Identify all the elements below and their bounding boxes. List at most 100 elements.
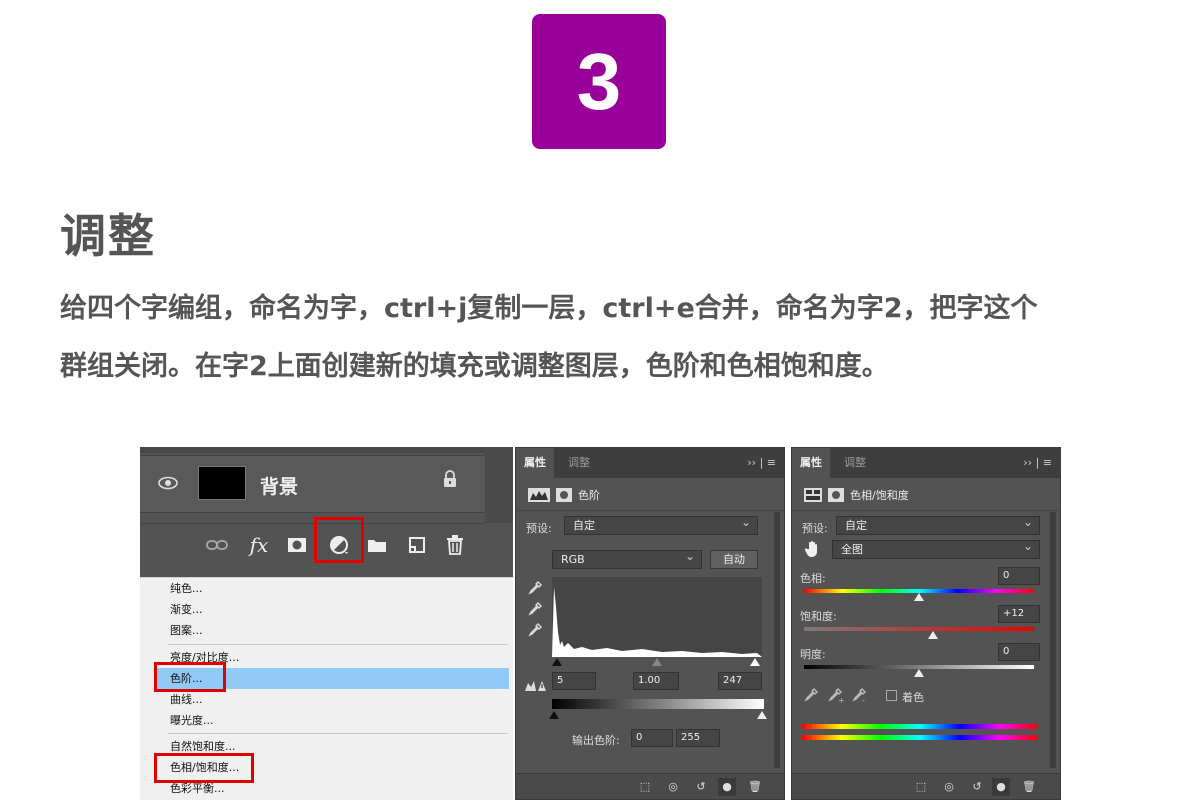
hue-saturation-icon bbox=[804, 488, 822, 502]
menu-separator bbox=[168, 733, 508, 734]
colorize-checkbox[interactable] bbox=[886, 690, 897, 701]
visibility-icon[interactable]: ● bbox=[992, 778, 1010, 796]
trash-icon[interactable]: 🗑 bbox=[1020, 778, 1038, 796]
levels-highlight-box bbox=[154, 662, 226, 692]
step-number-badge: 3 bbox=[532, 14, 666, 149]
trash-icon[interactable]: 🗑 bbox=[746, 778, 764, 796]
input-white-field[interactable]: 247 bbox=[718, 672, 762, 690]
levels-scrollbar[interactable] bbox=[774, 512, 780, 768]
description-line-1: 给四个字编组，命名为字，ctrl+j复制一层，ctrl+e合并，命名为字2，把字… bbox=[60, 293, 1038, 324]
hue-scrollbar[interactable] bbox=[1050, 512, 1056, 768]
add-eyedropper-icon[interactable]: + bbox=[828, 688, 845, 708]
lightness-label: 明度: bbox=[800, 648, 826, 661]
fx-label: fx bbox=[249, 533, 269, 557]
range-dropdown[interactable]: 全图 bbox=[832, 538, 1040, 559]
input-color-bar bbox=[802, 724, 1038, 729]
folder-icon[interactable] bbox=[364, 532, 390, 558]
saturation-slider-handle[interactable] bbox=[928, 631, 938, 639]
white-eyedropper-icon[interactable] bbox=[528, 623, 542, 643]
input-white-slider[interactable] bbox=[750, 658, 760, 666]
reset-icon[interactable]: ↺ bbox=[968, 778, 986, 796]
levels-icon bbox=[528, 488, 550, 502]
eyedropper-icon[interactable] bbox=[804, 688, 818, 708]
step-number: 3 bbox=[576, 36, 622, 126]
channel-dropdown[interactable]: RGB bbox=[552, 548, 702, 569]
menu-item-pattern[interactable]: 图案... bbox=[170, 620, 203, 641]
menu-item-exposure[interactable]: 曝光度... bbox=[170, 710, 214, 731]
hue-slider-handle[interactable] bbox=[914, 593, 924, 601]
colorize-label: 着色 bbox=[902, 691, 924, 704]
divider bbox=[516, 510, 784, 511]
link-icon[interactable] bbox=[204, 532, 230, 558]
hue-bottom-bar: ⬚ ◎ ↺ ● 🗑 bbox=[792, 773, 1060, 799]
input-black-field[interactable]: 5 bbox=[552, 672, 596, 690]
menu-item-solid-color[interactable]: 纯色... bbox=[170, 578, 203, 599]
reset-icon[interactable]: ↺ bbox=[692, 778, 710, 796]
output-levels-label: 输出色阶: bbox=[572, 734, 620, 747]
levels-tab-bar: 属性 调整 ›› | ≡ bbox=[516, 448, 784, 478]
saturation-field[interactable]: +12 bbox=[998, 605, 1040, 623]
view-previous-icon[interactable]: ◎ bbox=[664, 778, 682, 796]
preset-dropdown[interactable]: 自定 bbox=[836, 514, 1040, 535]
section-title: 调整 bbox=[60, 209, 156, 263]
mask-icon[interactable] bbox=[284, 532, 310, 558]
hue-tab-bar: 属性 调整 ›› | ≡ bbox=[792, 448, 1060, 478]
output-black-slider[interactable] bbox=[549, 711, 559, 719]
clip-to-layer-icon[interactable]: ⬚ bbox=[636, 778, 654, 796]
hue-title: 色相/饱和度 bbox=[804, 484, 909, 506]
layers-scrollbar[interactable] bbox=[485, 447, 513, 523]
divider bbox=[792, 510, 1060, 511]
output-black-field[interactable]: 0 bbox=[631, 729, 673, 747]
menu-item-gradient[interactable]: 渐变... bbox=[170, 599, 203, 620]
tab-properties[interactable]: 属性 bbox=[516, 448, 554, 478]
preset-label: 预设: bbox=[802, 522, 828, 535]
subtract-eyedropper-icon[interactable]: - bbox=[852, 688, 868, 708]
menu-item-curves[interactable]: 曲线... bbox=[170, 689, 203, 710]
input-black-slider[interactable] bbox=[552, 658, 562, 666]
hand-icon[interactable] bbox=[804, 540, 820, 562]
clipping-warning-icon[interactable] bbox=[524, 677, 546, 696]
hue-field[interactable]: 0 bbox=[998, 567, 1040, 585]
trash-icon[interactable] bbox=[442, 532, 468, 558]
output-white-field[interactable]: 255 bbox=[676, 729, 720, 747]
description-line-2: 群组关闭。在字2上面创建新的填充或调整图层，色阶和色相饱和度。 bbox=[60, 351, 889, 382]
preset-dropdown[interactable]: 自定 bbox=[564, 514, 758, 535]
panel-menu-icon[interactable]: ›› | ≡ bbox=[1023, 448, 1052, 478]
input-gamma-field[interactable]: 1.00 bbox=[633, 672, 679, 690]
black-eyedropper-icon[interactable] bbox=[528, 581, 542, 601]
layers-panel: 背景 fx 纯色... 渐变... 图案... 亮度/对比度... 色阶... … bbox=[140, 447, 513, 800]
layer-name[interactable]: 背景 bbox=[260, 472, 298, 499]
auto-button[interactable]: 自动 bbox=[710, 550, 758, 569]
tab-adjustments[interactable]: 调整 bbox=[560, 448, 598, 478]
new-layer-icon[interactable] bbox=[404, 532, 430, 558]
layer-row-background[interactable]: 背景 bbox=[140, 455, 485, 513]
output-color-bar bbox=[802, 735, 1038, 740]
mask-icon bbox=[828, 488, 844, 502]
levels-bottom-bar: ⬚ ◎ ↺ ● 🗑 bbox=[516, 773, 784, 799]
preset-label: 预设: bbox=[526, 522, 552, 535]
lightness-field[interactable]: 0 bbox=[998, 643, 1040, 661]
output-white-slider[interactable] bbox=[757, 711, 767, 719]
saturation-slider-track bbox=[804, 627, 1034, 631]
panel-menu-icon[interactable]: ›› | ≡ bbox=[747, 448, 776, 478]
eye-icon[interactable] bbox=[158, 476, 178, 490]
view-previous-icon[interactable]: ◎ bbox=[940, 778, 958, 796]
menu-separator bbox=[168, 644, 508, 645]
clip-to-layer-icon[interactable]: ⬚ bbox=[912, 778, 930, 796]
layers-top-strip bbox=[140, 447, 485, 453]
svg-text:-: - bbox=[862, 696, 865, 704]
fx-icon[interactable]: fx bbox=[246, 532, 272, 558]
hue-saturation-properties-panel: 属性 调整 ›› | ≡ 色相/饱和度 预设: 自定 全图 色相: 0 饱和度:… bbox=[791, 447, 1061, 800]
hue-saturation-highlight-box bbox=[154, 753, 254, 783]
svg-text:+: + bbox=[838, 696, 844, 704]
visibility-icon[interactable]: ● bbox=[718, 778, 736, 796]
adjustment-menu: 纯色... 渐变... 图案... 亮度/对比度... 色阶... 曲线... … bbox=[140, 577, 513, 800]
input-gamma-slider[interactable] bbox=[652, 658, 662, 666]
gray-eyedropper-icon[interactable] bbox=[528, 602, 542, 622]
tab-adjustments[interactable]: 调整 bbox=[836, 448, 874, 478]
lightness-slider-handle[interactable] bbox=[914, 669, 924, 677]
tab-properties[interactable]: 属性 bbox=[792, 448, 830, 478]
saturation-label: 饱和度: bbox=[800, 610, 837, 623]
output-gradient bbox=[552, 699, 764, 709]
mask-icon bbox=[556, 488, 572, 502]
